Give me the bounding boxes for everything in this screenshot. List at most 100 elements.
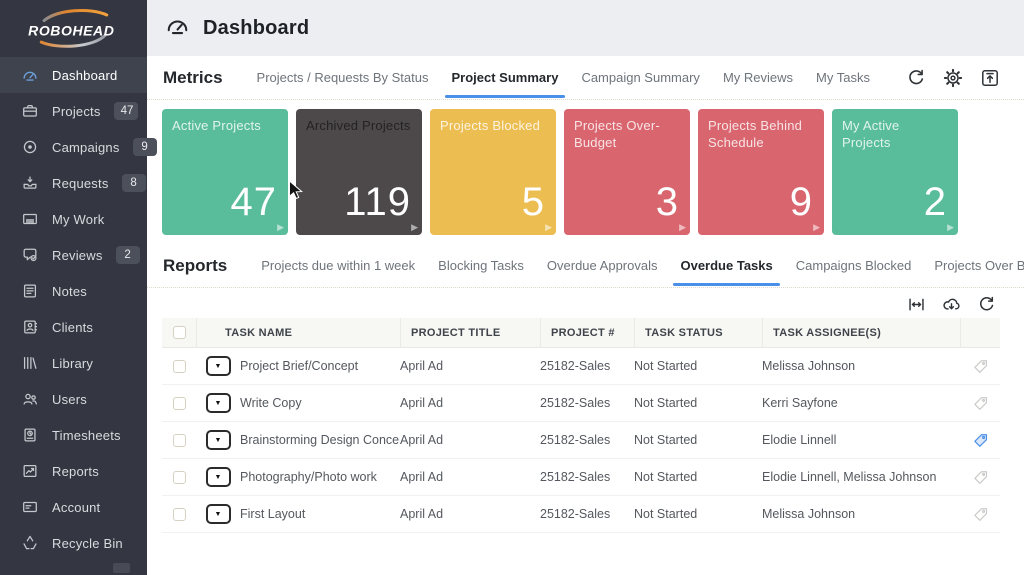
metric-card[interactable]: Projects Blocked 5 ▶ — [430, 109, 556, 235]
tab-campaigns-blocked[interactable]: Campaigns Blocked — [796, 254, 912, 277]
card-arrow-icon: ▶ — [545, 222, 552, 233]
metric-card[interactable]: Projects Over-Budget 3 ▶ — [564, 109, 690, 235]
table-toolbar — [147, 288, 1024, 318]
row-checkbox[interactable] — [173, 360, 186, 373]
cell-project-number: 25182-Sales — [540, 507, 634, 521]
row-expand-button[interactable]: ▼ — [206, 504, 231, 524]
target-icon — [21, 138, 39, 156]
tab-projects-over-budget[interactable]: Projects Over Budget — [934, 254, 1024, 277]
column-header-task-name[interactable]: TASK NAME — [196, 318, 400, 347]
books-icon — [21, 354, 39, 372]
tag-icon[interactable] — [960, 469, 1000, 486]
tab-my-reviews[interactable]: My Reviews — [723, 66, 793, 89]
cell-task-name: Write Copy — [240, 396, 400, 410]
sidebar-item-account[interactable]: Account — [0, 489, 147, 525]
sidebar-item-notes[interactable]: Notes — [0, 273, 147, 309]
row-expand-button[interactable]: ▼ — [206, 393, 231, 413]
fit-width-icon[interactable] — [907, 295, 926, 314]
tab-campaign-summary[interactable]: Campaign Summary — [581, 66, 700, 89]
metric-card-value: 47 — [231, 180, 278, 225]
sidebar-item-label: Notes — [52, 284, 135, 299]
card-arrow-icon: ▶ — [277, 222, 284, 233]
metric-card-label: Projects Over-Budget — [564, 109, 690, 152]
row-checkbox[interactable] — [173, 471, 186, 484]
sidebar-item-campaigns[interactable]: Campaigns 9 — [0, 129, 147, 165]
sidebar-item-reports[interactable]: Reports — [0, 453, 147, 489]
sidebar-item-dashboard[interactable]: Dashboard — [0, 57, 147, 93]
note-icon — [21, 282, 39, 300]
tab-projects-requests-by-status[interactable]: Projects / Requests By Status — [257, 66, 429, 89]
sidebar-item-requests[interactable]: Requests 8 — [0, 165, 147, 201]
cloud-download-icon[interactable] — [942, 295, 961, 314]
row-checkbox[interactable] — [173, 508, 186, 521]
sidebar-item-label: Timesheets — [52, 428, 135, 443]
sidebar-item-label: Projects — [52, 104, 101, 119]
sidebar-item-projects[interactable]: Projects 47 — [0, 93, 147, 129]
gauge-icon — [21, 66, 39, 84]
cell-project-number: 25182-Sales — [540, 433, 634, 447]
sidebar-item-clients[interactable]: Clients — [0, 309, 147, 345]
metric-card-value: 2 — [924, 180, 947, 225]
row-expand-button[interactable]: ▼ — [206, 356, 231, 376]
metric-card-value: 119 — [344, 180, 411, 225]
metric-card-label: Projects Behind Schedule — [698, 109, 824, 152]
select-all-checkbox[interactable] — [173, 326, 186, 339]
column-header-task-status[interactable]: TASK STATUS — [634, 318, 762, 347]
cell-project-title: April Ad — [400, 396, 540, 410]
tag-icon[interactable] — [960, 358, 1000, 375]
cell-task-name: Photography/Photo work — [240, 470, 400, 484]
column-header-task-assignee-s-[interactable]: TASK ASSIGNEE(S) — [762, 318, 960, 347]
sidebar-item-library[interactable]: Library — [0, 345, 147, 381]
tab-project-summary[interactable]: Project Summary — [452, 66, 559, 89]
cell-assignees: Kerri Sayfone — [762, 396, 960, 410]
refresh-icon[interactable] — [906, 68, 926, 88]
sidebar-item-label: Reviews — [52, 248, 103, 263]
sidebar-item-label: Campaigns — [52, 140, 120, 155]
sidebar-item-my-work[interactable]: My Work — [0, 201, 147, 237]
refresh-icon[interactable] — [977, 295, 996, 314]
metric-card-label: Archived Projects — [296, 109, 422, 135]
count-badge: 9 — [133, 138, 157, 156]
count-badge: 2 — [116, 246, 140, 264]
row-expand-button[interactable]: ▼ — [206, 467, 231, 487]
select-all-cell — [162, 326, 196, 339]
tag-icon[interactable] — [960, 432, 1000, 449]
sidebar-item-timesheets[interactable]: Timesheets — [0, 417, 147, 453]
logo-text: ROBOHEAD — [28, 22, 114, 38]
cell-project-title: April Ad — [400, 470, 540, 484]
cell-assignees: Elodie Linnell — [762, 433, 960, 447]
metric-card[interactable]: Archived Projects 119 ▶ — [296, 109, 422, 235]
table-row[interactable]: ▼ Brainstorming Design Concepts April Ad… — [162, 422, 1000, 459]
table-row[interactable]: ▼ First Layout April Ad 25182-Sales Not … — [162, 496, 1000, 533]
table-row[interactable]: ▼ Write Copy April Ad 25182-Sales Not St… — [162, 385, 1000, 422]
sidebar-item-reviews[interactable]: Reviews 2 — [0, 237, 147, 273]
tag-icon[interactable] — [960, 506, 1000, 523]
metric-card[interactable]: Active Projects 47 ▶ — [162, 109, 288, 235]
metric-card[interactable]: Projects Behind Schedule 9 ▶ — [698, 109, 824, 235]
table-row[interactable]: ▼ Project Brief/Concept April Ad 25182-S… — [162, 348, 1000, 385]
collapse-panel-icon[interactable] — [980, 68, 1000, 88]
address-book-icon — [21, 318, 39, 336]
card-arrow-icon: ▶ — [679, 222, 686, 233]
column-header-project-title[interactable]: PROJECT TITLE — [400, 318, 540, 347]
sidebar-item-recycle-bin[interactable]: Recycle Bin — [0, 525, 147, 561]
sidebar-scroll-indicator — [113, 563, 130, 573]
sidebar-item-users[interactable]: Users — [0, 381, 147, 417]
cell-project-title: April Ad — [400, 433, 540, 447]
sidebar: ROBOHEAD Dashboard Projects 47 Campaigns… — [0, 0, 147, 575]
tab-blocking-tasks[interactable]: Blocking Tasks — [438, 254, 524, 277]
cell-project-title: April Ad — [400, 507, 540, 521]
sidebar-item-label: Account — [52, 500, 135, 515]
row-expand-button[interactable]: ▼ — [206, 430, 231, 450]
tab-overdue-approvals[interactable]: Overdue Approvals — [547, 254, 658, 277]
column-header-project-[interactable]: PROJECT # — [540, 318, 634, 347]
table-row[interactable]: ▼ Photography/Photo work April Ad 25182-… — [162, 459, 1000, 496]
tab-overdue-tasks[interactable]: Overdue Tasks — [680, 254, 772, 277]
metric-card[interactable]: My Active Projects 2 ▶ — [832, 109, 958, 235]
tab-my-tasks[interactable]: My Tasks — [816, 66, 870, 89]
tab-projects-due-within-1-week[interactable]: Projects due within 1 week — [261, 254, 415, 277]
row-checkbox[interactable] — [173, 397, 186, 410]
row-checkbox[interactable] — [173, 434, 186, 447]
settings-icon[interactable] — [943, 68, 963, 88]
tag-icon[interactable] — [960, 395, 1000, 412]
